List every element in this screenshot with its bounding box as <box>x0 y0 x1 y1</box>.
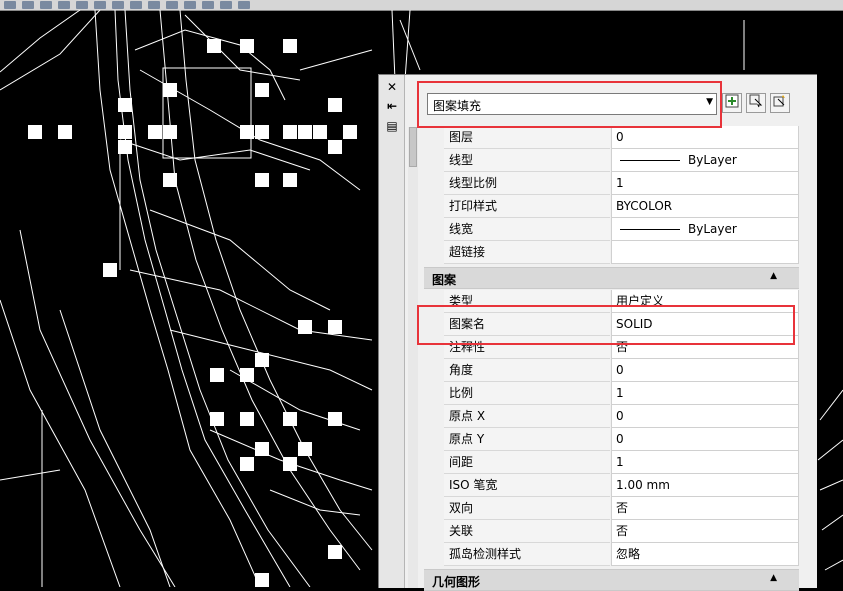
section-header-geometry[interactable]: 几何图形 ▲ <box>424 569 799 591</box>
property-value[interactable]: ByLayer <box>611 149 799 172</box>
property-label: 角度 <box>444 359 610 382</box>
lineweight-sample <box>620 229 680 230</box>
property-value[interactable]: 否 <box>611 520 799 543</box>
property-row-origin-x[interactable]: 原点 X 0 <box>444 405 799 428</box>
property-value[interactable]: 1 <box>611 382 799 405</box>
highlight-box-pattern-name <box>417 305 795 345</box>
property-value[interactable]: 0 <box>611 405 799 428</box>
zoom-window-icon[interactable] <box>220 1 232 9</box>
lineweight-value: ByLayer <box>688 222 737 236</box>
layer-icon[interactable] <box>166 1 178 9</box>
properties-palette: ✕ ⇤ ▤ 图案填充 ▼ 图层 0 线型 ByLayer 线型比例 1 打印样式… <box>378 74 817 591</box>
drawing-line <box>0 10 81 73</box>
property-value[interactable] <box>611 241 799 264</box>
match-icon[interactable] <box>184 1 196 9</box>
section-header-pattern[interactable]: 图案 ▲ <box>424 267 799 289</box>
linetype-value: ByLayer <box>688 153 737 167</box>
property-value[interactable]: 0 <box>611 428 799 451</box>
scroll-thumb[interactable] <box>409 127 417 167</box>
property-value[interactable]: 0 <box>611 359 799 382</box>
property-row-layer[interactable]: 图层 0 <box>444 126 799 149</box>
property-row-linetype-scale[interactable]: 线型比例 1 <box>444 172 799 195</box>
property-label: 原点 X <box>444 405 610 428</box>
vertical-scrollbar[interactable] <box>408 127 418 588</box>
property-row-origin-y[interactable]: 原点 Y 0 <box>444 428 799 451</box>
property-row-hyperlink[interactable]: 超链接 <box>444 241 799 264</box>
property-label: 孤岛检测样式 <box>444 543 610 566</box>
measure-icon[interactable] <box>202 1 214 9</box>
property-label: 关联 <box>444 520 610 543</box>
highlight-box-object-type <box>417 81 722 128</box>
select-objects-icon[interactable] <box>746 93 766 113</box>
zoom-icon[interactable] <box>130 1 142 9</box>
collapse-arrow-icon[interactable]: ▲ <box>770 573 777 583</box>
zoom-previous-icon[interactable] <box>238 1 250 9</box>
undo-icon[interactable] <box>76 1 88 9</box>
property-value[interactable]: 1.00 mm <box>611 474 799 497</box>
new-icon[interactable] <box>4 1 16 9</box>
property-label: 比例 <box>444 382 610 405</box>
property-value[interactable]: 1 <box>611 172 799 195</box>
palette-title-strip: ✕ ⇤ ▤ <box>379 75 405 588</box>
properties-icon[interactable] <box>148 1 160 9</box>
property-label: 打印样式 <box>444 195 610 218</box>
property-label: ISO 笔宽 <box>444 474 610 497</box>
property-row-scale[interactable]: 比例 1 <box>444 382 799 405</box>
property-row-plot-style[interactable]: 打印样式 BYCOLOR <box>444 195 799 218</box>
property-row-angle[interactable]: 角度 0 <box>444 359 799 382</box>
property-label: 线宽 <box>444 218 610 241</box>
property-value[interactable]: 1 <box>611 451 799 474</box>
property-label: 双向 <box>444 497 610 520</box>
property-label: 线型 <box>444 149 610 172</box>
property-value[interactable]: BYCOLOR <box>611 195 799 218</box>
autohide-icon[interactable]: ⇤ <box>385 99 399 113</box>
plot-icon[interactable] <box>58 1 70 9</box>
property-row-spacing[interactable]: 间距 1 <box>444 451 799 474</box>
redo-icon[interactable] <box>94 1 106 9</box>
open-icon[interactable] <box>22 1 34 9</box>
property-row-iso-pen-width[interactable]: ISO 笔宽 1.00 mm <box>444 474 799 497</box>
property-label: 线型比例 <box>444 172 610 195</box>
properties-menu-icon[interactable]: ▤ <box>385 119 399 133</box>
property-row-lineweight[interactable]: 线宽 ByLayer <box>444 218 799 241</box>
property-value[interactable]: 0 <box>611 126 799 149</box>
property-row-associative[interactable]: 关联 否 <box>444 520 799 543</box>
section-title: 几何图形 <box>432 575 481 589</box>
linetype-sample <box>620 160 680 161</box>
section-title: 图案 <box>432 273 457 287</box>
save-icon[interactable] <box>40 1 52 9</box>
property-row-linetype[interactable]: 线型 ByLayer <box>444 149 799 172</box>
property-value[interactable]: 否 <box>611 497 799 520</box>
property-label: 图层 <box>444 126 610 149</box>
property-value[interactable]: 忽略 <box>611 543 799 566</box>
property-row-double[interactable]: 双向 否 <box>444 497 799 520</box>
pan-icon[interactable] <box>112 1 124 9</box>
property-label: 原点 Y <box>444 428 610 451</box>
toggle-pickadd-icon[interactable] <box>722 93 742 113</box>
property-label: 超链接 <box>444 241 610 264</box>
quick-select-icon[interactable] <box>770 93 790 113</box>
property-row-island-detection[interactable]: 孤岛检测样式 忽略 <box>444 543 799 566</box>
property-label: 间距 <box>444 451 610 474</box>
property-value[interactable]: ByLayer <box>611 218 799 241</box>
close-icon[interactable]: ✕ <box>385 80 399 94</box>
collapse-arrow-icon[interactable]: ▲ <box>770 271 777 281</box>
